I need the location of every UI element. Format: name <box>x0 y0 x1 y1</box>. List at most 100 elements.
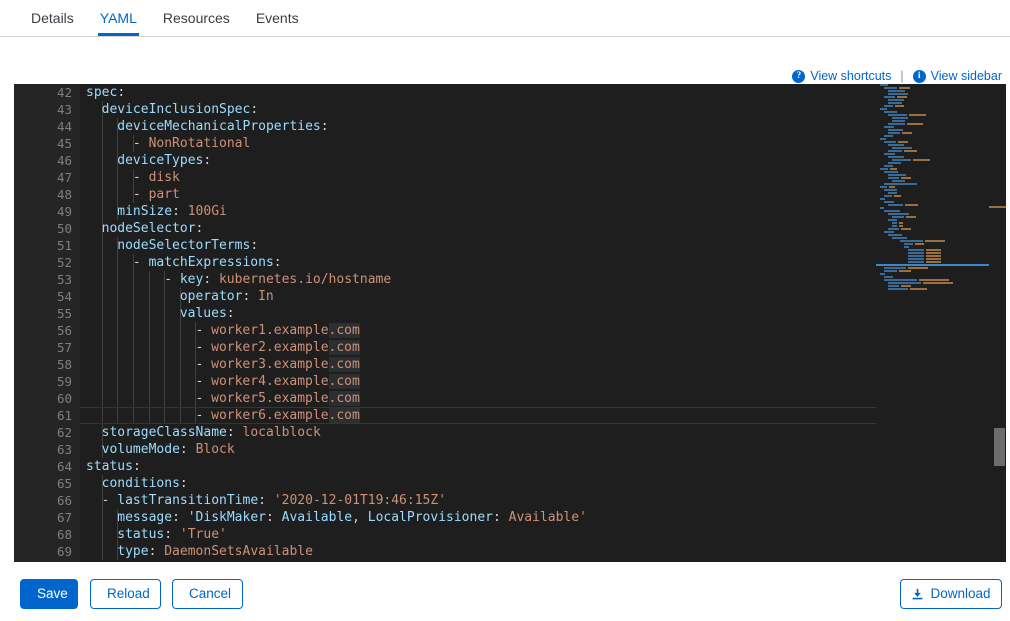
token-val: localblock <box>243 425 321 440</box>
code-line[interactable]: 69 type: DaemonSetsAvailable <box>14 543 1006 560</box>
tab-yaml[interactable]: YAML <box>87 0 150 36</box>
token-val: worker3.example <box>211 357 328 372</box>
view-sidebar-link[interactable]: i View sidebar <box>913 69 1002 83</box>
code-line-content: - part <box>80 186 180 203</box>
token-key: 'DiskMaker <box>188 510 266 525</box>
code-line[interactable]: 44 deviceMechanicalProperties: <box>14 118 1006 135</box>
line-number: 43 <box>14 101 72 118</box>
token-val: worker2.example <box>211 340 328 355</box>
code-line-content: - disk <box>80 169 180 186</box>
tab-events[interactable]: Events <box>243 0 312 36</box>
code-line[interactable]: 49minSize: 100Gi <box>14 203 1006 220</box>
code-line[interactable]: 50nodeSelector: <box>14 220 1006 237</box>
code-line-content: status: 'True' <box>80 526 227 543</box>
code-line-content: - worker1.example.com <box>80 322 360 339</box>
code-line[interactable]: 59- worker4.example.com <box>14 373 1006 390</box>
code-line[interactable]: 53- key: kubernetes.io/hostname <box>14 271 1006 288</box>
tab-resources-label: Resources <box>163 10 230 26</box>
tab-resources[interactable]: Resources <box>150 0 243 36</box>
code-line[interactable]: 54operator: In <box>14 288 1006 305</box>
line-number: 44 <box>14 118 72 135</box>
code-line-content: status: <box>80 458 141 475</box>
editor-code-area[interactable]: 42spec:43deviceInclusionSpec:44 deviceMec… <box>14 84 1006 562</box>
save-button-label: Save <box>37 586 68 601</box>
token-val: .com <box>329 374 360 389</box>
code-line[interactable]: 64 status: <box>14 458 1006 475</box>
code-line-content: deviceTypes: <box>80 152 211 169</box>
token-key: operator <box>180 289 243 304</box>
token-val: In <box>258 289 274 304</box>
code-line-content: - worker5.example.com <box>80 390 360 407</box>
line-number: 63 <box>14 441 72 458</box>
token-p: - <box>164 272 180 287</box>
code-line[interactable]: 67 message: 'DiskMaker: Available, LocalP… <box>14 509 1006 526</box>
code-line-content: minSize: 100Gi <box>80 203 227 220</box>
token-val: worker5.example <box>211 391 328 406</box>
line-number: 56 <box>14 322 72 339</box>
reload-button[interactable]: Reload <box>90 579 161 609</box>
code-line[interactable]: 68status: 'True' <box>14 526 1006 543</box>
download-button-label: Download <box>930 580 990 608</box>
token-p: : <box>196 221 204 236</box>
line-number: 67 <box>14 509 72 526</box>
editor-toolbar: ? View shortcuts | i View sidebar <box>792 66 1002 86</box>
line-number: 69 <box>14 543 72 560</box>
save-button[interactable]: Save <box>20 579 78 609</box>
view-shortcuts-link[interactable]: ? View shortcuts <box>792 69 891 83</box>
code-line-content: type: DaemonSetsAvailable <box>80 543 313 560</box>
token-p: : <box>172 510 188 525</box>
code-line[interactable]: 46deviceTypes: <box>14 152 1006 169</box>
tab-details[interactable]: Details <box>18 0 87 36</box>
token-p: : <box>180 476 188 491</box>
token-key: spec <box>86 85 117 100</box>
code-line-content: values: <box>80 305 235 322</box>
code-line[interactable]: 60- worker5.example.com <box>14 390 1006 407</box>
editor-overview-ruler[interactable] <box>989 84 1006 562</box>
code-line[interactable]: 42spec: <box>14 84 1006 101</box>
token-key: Available, LocalProvisioner <box>282 510 493 525</box>
token-val: part <box>149 187 180 202</box>
token-p: : <box>321 119 329 134</box>
cancel-button[interactable]: Cancel <box>172 579 243 609</box>
info-circle-icon: i <box>913 70 926 83</box>
code-line[interactable]: 43deviceInclusionSpec: <box>14 101 1006 118</box>
code-line-content: - key: kubernetes.io/hostname <box>80 271 391 288</box>
token-p: - <box>195 408 211 423</box>
token-p: : <box>227 425 243 440</box>
code-line[interactable]: 51nodeSelectorTerms: <box>14 237 1006 254</box>
code-line[interactable]: 63volumeMode: Block <box>14 441 1006 458</box>
token-val: Available' <box>509 510 587 525</box>
code-line[interactable]: 56 - worker1.example.com <box>14 322 1006 339</box>
code-line[interactable]: 45- NonRotational <box>14 135 1006 152</box>
code-line[interactable]: 55values: <box>14 305 1006 322</box>
line-number: 64 <box>14 458 72 475</box>
code-line-content: - worker3.example.com <box>80 356 360 373</box>
token-val: worker1.example <box>211 323 328 338</box>
download-button[interactable]: Download <box>900 579 1002 609</box>
code-line-content: message: 'DiskMaker: Available, LocalPro… <box>80 509 587 526</box>
token-val: Block <box>196 442 235 457</box>
token-p: : <box>117 85 125 100</box>
code-line[interactable]: 47- disk <box>14 169 1006 186</box>
code-line[interactable]: 57- worker2.example.com <box>14 339 1006 356</box>
code-line-content: - worker6.example.com <box>80 407 360 424</box>
token-p: : <box>258 493 274 508</box>
code-line[interactable]: 58- worker3.example.com <box>14 356 1006 373</box>
vertical-scrollbar-thumb[interactable] <box>994 428 1005 466</box>
line-number: 51 <box>14 237 72 254</box>
token-key: deviceMechanicalProperties <box>117 119 321 134</box>
token-key: nodeSelector <box>102 221 196 236</box>
code-line[interactable]: 62storageClassName: localblock <box>14 424 1006 441</box>
token-key: nodeSelectorTerms <box>117 238 250 253</box>
code-line[interactable]: 65conditions: <box>14 475 1006 492</box>
editor-minimap[interactable] <box>876 84 989 562</box>
code-line[interactable]: 66- lastTransitionTime: '2020-12-01T19:4… <box>14 492 1006 509</box>
yaml-editor[interactable]: 42spec:43deviceInclusionSpec:44 deviceMec… <box>14 84 1006 562</box>
code-line-content: - matchExpressions: <box>80 254 282 271</box>
line-number: 66 <box>14 492 72 509</box>
code-line[interactable]: 48- part <box>14 186 1006 203</box>
code-line-content: deviceMechanicalProperties: <box>80 118 329 135</box>
token-key: status <box>86 459 133 474</box>
code-line[interactable]: 52- matchExpressions: <box>14 254 1006 271</box>
code-line[interactable]: 61- worker6.example.com <box>14 407 1006 424</box>
